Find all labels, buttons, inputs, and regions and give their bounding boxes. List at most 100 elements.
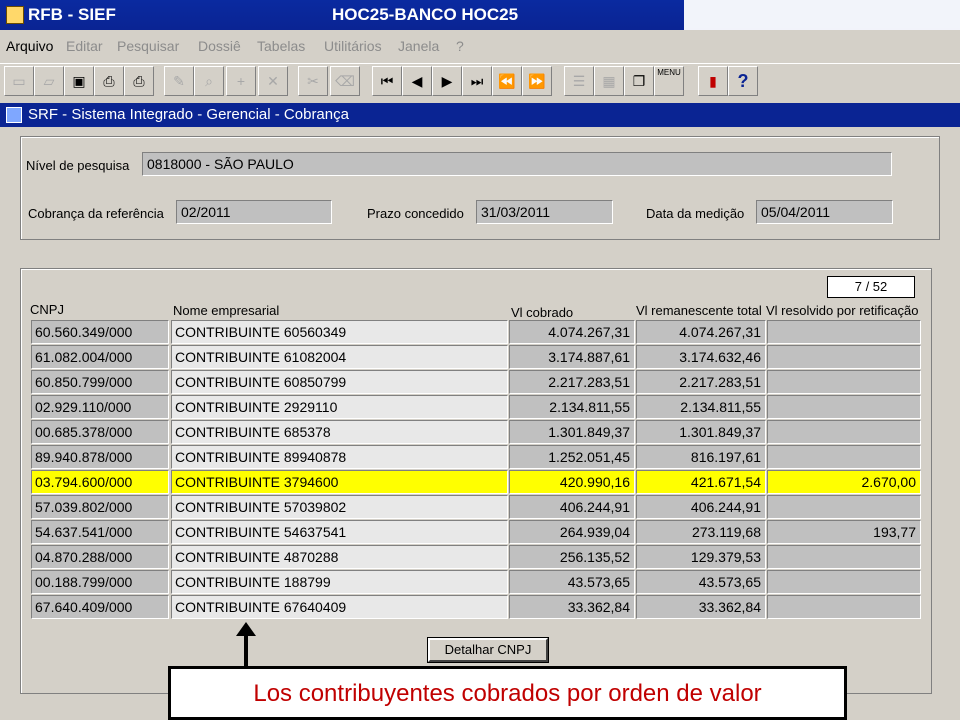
- cell-nome[interactable]: CONTRIBUINTE 67640409: [171, 595, 508, 619]
- menu-utilitarios[interactable]: Utilitários: [324, 38, 382, 54]
- cell-remanescente[interactable]: 406.244,91: [636, 495, 766, 519]
- cell-cobrado[interactable]: 406.244,91: [509, 495, 635, 519]
- cut-icon[interactable]: ✂: [298, 66, 328, 96]
- detalhar-cnpj-button[interactable]: Detalhar CNPJ: [428, 638, 548, 662]
- edit-icon[interactable]: ✎: [164, 66, 194, 96]
- cell-cobrado[interactable]: 33.362,84: [509, 595, 635, 619]
- cell-nome[interactable]: CONTRIBUINTE 57039802: [171, 495, 508, 519]
- cell-cnpj[interactable]: 02.929.110/000: [31, 395, 169, 419]
- clear-icon[interactable]: ⌫: [330, 66, 360, 96]
- cell-resolvido[interactable]: [767, 570, 921, 594]
- cell-resolvido[interactable]: [767, 370, 921, 394]
- cell-nome[interactable]: CONTRIBUINTE 188799: [171, 570, 508, 594]
- cell-nome[interactable]: CONTRIBUINTE 60850799: [171, 370, 508, 394]
- cell-cobrado[interactable]: 4.074.267,31: [509, 320, 635, 344]
- cell-resolvido[interactable]: [767, 595, 921, 619]
- cell-nome[interactable]: CONTRIBUINTE 4870288: [171, 545, 508, 569]
- first-record-icon[interactable]: ⏮: [372, 66, 402, 96]
- cell-resolvido[interactable]: [767, 395, 921, 419]
- cell-cobrado[interactable]: 2.217.283,51: [509, 370, 635, 394]
- menu-tabelas[interactable]: Tabelas: [257, 38, 305, 54]
- cell-cnpj[interactable]: 04.870.288/000: [31, 545, 169, 569]
- next-set-icon[interactable]: ⏩: [522, 66, 552, 96]
- new-icon[interactable]: ▭: [4, 66, 34, 96]
- cell-resolvido[interactable]: [767, 445, 921, 469]
- open-icon[interactable]: ▱: [34, 66, 64, 96]
- cell-cnpj[interactable]: 00.188.799/000: [31, 570, 169, 594]
- cell-cnpj[interactable]: 60.560.349/000: [31, 320, 169, 344]
- menu-pesquisar[interactable]: Pesquisar: [117, 38, 179, 54]
- next-record-icon[interactable]: ▶: [432, 66, 462, 96]
- menu-icon-label: MENU: [657, 68, 681, 77]
- save-icon[interactable]: ▣: [64, 66, 94, 96]
- prazo-field[interactable]: 31/03/2011: [476, 200, 613, 224]
- toolbar: ▭ ▱ ▣ ⎙ ⎙ ✎ ⌕ + ✕ ✂ ⌫ ⏮ ◀ ▶ ⏭ ⏪ ⏩ ☰ ▦ ❐ …: [0, 63, 960, 99]
- menu-dossie[interactable]: Dossiê: [198, 38, 241, 54]
- cell-cobrado[interactable]: 3.174.887,61: [509, 345, 635, 369]
- cell-remanescente[interactable]: 33.362,84: [636, 595, 766, 619]
- cell-nome[interactable]: CONTRIBUINTE 685378: [171, 420, 508, 444]
- cell-remanescente[interactable]: 421.671,54: [636, 470, 766, 494]
- medicao-field[interactable]: 05/04/2011: [756, 200, 893, 224]
- cell-cobrado[interactable]: 256.135,52: [509, 545, 635, 569]
- cell-resolvido[interactable]: 193,77: [767, 520, 921, 544]
- cell-remanescente[interactable]: 129.379,53: [636, 545, 766, 569]
- cell-remanescente[interactable]: 2.134.811,55: [636, 395, 766, 419]
- cell-cnpj[interactable]: 54.637.541/000: [31, 520, 169, 544]
- cell-cnpj[interactable]: 60.850.799/000: [31, 370, 169, 394]
- print-icon[interactable]: ⎙: [94, 66, 124, 96]
- cell-cnpj[interactable]: 67.640.409/000: [31, 595, 169, 619]
- medicao-label: Data da medição: [646, 206, 745, 221]
- cell-resolvido[interactable]: [767, 420, 921, 444]
- calculator-icon[interactable]: ▦: [594, 66, 624, 96]
- cell-nome[interactable]: CONTRIBUINTE 3794600: [171, 470, 508, 494]
- cell-cobrado[interactable]: 43.573,65: [509, 570, 635, 594]
- cell-cobrado[interactable]: 1.252.051,45: [509, 445, 635, 469]
- insert-icon[interactable]: +: [226, 66, 256, 96]
- nivel-field[interactable]: 0818000 - SÃO PAULO: [142, 152, 892, 176]
- cell-remanescente[interactable]: 43.573,65: [636, 570, 766, 594]
- last-record-icon[interactable]: ⏭: [462, 66, 492, 96]
- cell-cobrado[interactable]: 1.301.849,37: [509, 420, 635, 444]
- cell-cnpj[interactable]: 00.685.378/000: [31, 420, 169, 444]
- cell-cnpj[interactable]: 57.039.802/000: [31, 495, 169, 519]
- cell-remanescente[interactable]: 273.119,68: [636, 520, 766, 544]
- cell-nome[interactable]: CONTRIBUINTE 89940878: [171, 445, 508, 469]
- help-icon[interactable]: ?: [728, 66, 758, 96]
- cell-remanescente[interactable]: 4.074.267,31: [636, 320, 766, 344]
- cell-nome[interactable]: CONTRIBUINTE 54637541: [171, 520, 508, 544]
- delete-icon[interactable]: ✕: [258, 66, 288, 96]
- previous-record-icon[interactable]: ◀: [402, 66, 432, 96]
- cell-resolvido[interactable]: [767, 495, 921, 519]
- referencia-field[interactable]: 02/2011: [176, 200, 332, 224]
- cell-resolvido[interactable]: [767, 320, 921, 344]
- cell-cnpj[interactable]: 89.940.878/000: [31, 445, 169, 469]
- print-preview-icon[interactable]: ⎙: [124, 66, 154, 96]
- title-bar: RFB - SIEF HOC25-BANCO HOC25: [0, 0, 960, 30]
- cell-remanescente[interactable]: 3.174.632,46: [636, 345, 766, 369]
- exit-icon[interactable]: ▮: [698, 66, 728, 96]
- menu-icon[interactable]: MENU: [654, 66, 684, 96]
- cell-nome[interactable]: CONTRIBUINTE 61082004: [171, 345, 508, 369]
- menu-arquivo[interactable]: Arquivo: [6, 38, 53, 54]
- cell-cobrado[interactable]: 420.990,16: [509, 470, 635, 494]
- cell-remanescente[interactable]: 1.301.849,37: [636, 420, 766, 444]
- menu-help[interactable]: ?: [456, 38, 464, 54]
- cell-resolvido[interactable]: [767, 545, 921, 569]
- cell-cnpj[interactable]: 03.794.600/000: [31, 470, 169, 494]
- cell-cnpj[interactable]: 61.082.004/000: [31, 345, 169, 369]
- menu-editar[interactable]: Editar: [66, 38, 103, 54]
- cell-cobrado[interactable]: 2.134.811,55: [509, 395, 635, 419]
- cell-cobrado[interactable]: 264.939,04: [509, 520, 635, 544]
- cell-remanescente[interactable]: 2.217.283,51: [636, 370, 766, 394]
- window-icon[interactable]: ❐: [624, 66, 654, 96]
- menu-janela[interactable]: Janela: [398, 38, 439, 54]
- cell-resolvido[interactable]: 2.670,00: [767, 470, 921, 494]
- cell-nome[interactable]: CONTRIBUINTE 60560349: [171, 320, 508, 344]
- previous-set-icon[interactable]: ⏪: [492, 66, 522, 96]
- cell-resolvido[interactable]: [767, 345, 921, 369]
- list-icon[interactable]: ☰: [564, 66, 594, 96]
- query-icon[interactable]: ⌕: [194, 66, 224, 96]
- cell-remanescente[interactable]: 816.197,61: [636, 445, 766, 469]
- cell-nome[interactable]: CONTRIBUINTE 2929110: [171, 395, 508, 419]
